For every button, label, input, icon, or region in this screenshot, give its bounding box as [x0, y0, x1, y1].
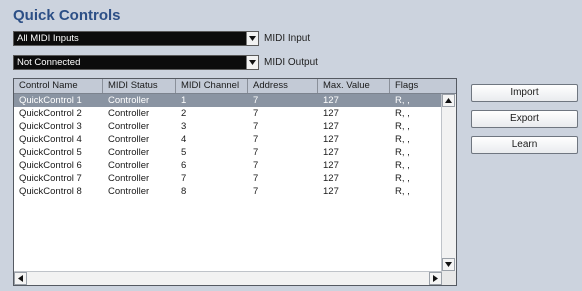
- column-header-max-value[interactable]: Max. Value: [318, 79, 390, 93]
- table-header: Control Name MIDI Status MIDI Channel Ad…: [14, 79, 456, 94]
- cell-midi-status: Controller: [108, 134, 150, 145]
- cell-max-value: 127: [323, 160, 339, 171]
- cell-control-name: QuickControl 6: [19, 160, 82, 171]
- quick-controls-table: Control Name MIDI Status MIDI Channel Ad…: [13, 78, 457, 286]
- cell-flags: R, ,: [395, 160, 410, 171]
- cell-address: 7: [253, 186, 259, 197]
- scroll-left-icon[interactable]: [14, 272, 27, 285]
- chevron-down-icon[interactable]: [246, 56, 258, 69]
- cell-flags: R, ,: [395, 95, 410, 106]
- midi-input-label: MIDI Input: [264, 33, 311, 44]
- cell-midi-channel: 1: [181, 95, 187, 106]
- panel-title: Quick Controls: [13, 7, 121, 24]
- cell-midi-status: Controller: [108, 147, 150, 158]
- midi-output-select[interactable]: Not Connected: [13, 55, 259, 70]
- cell-address: 7: [253, 108, 259, 119]
- table-row[interactable]: QuickControl 6 Controller 6 7 127 R, ,: [14, 159, 442, 172]
- scroll-up-icon[interactable]: [442, 94, 455, 107]
- cell-flags: R, ,: [395, 147, 410, 158]
- midi-output-label: MIDI Output: [264, 57, 318, 68]
- cell-control-name: QuickControl 5: [19, 147, 82, 158]
- horizontal-scrollbar[interactable]: [14, 271, 442, 285]
- export-button[interactable]: Export: [471, 110, 578, 128]
- cell-address: 7: [253, 173, 259, 184]
- cell-control-name: QuickControl 1: [19, 95, 82, 106]
- cell-max-value: 127: [323, 186, 339, 197]
- midi-input-value: All MIDI Inputs: [17, 33, 79, 44]
- table-row[interactable]: QuickControl 1 Controller 1 7 127 R, ,: [14, 94, 442, 107]
- cell-max-value: 127: [323, 134, 339, 145]
- column-header-midi-channel[interactable]: MIDI Channel: [176, 79, 248, 93]
- cell-flags: R, ,: [395, 134, 410, 145]
- cell-midi-status: Controller: [108, 186, 150, 197]
- cell-address: 7: [253, 160, 259, 171]
- column-header-flags[interactable]: Flags: [390, 79, 456, 93]
- table-row[interactable]: QuickControl 8 Controller 8 7 127 R, ,: [14, 185, 442, 198]
- cell-midi-status: Controller: [108, 108, 150, 119]
- column-header-address[interactable]: Address: [248, 79, 318, 93]
- cell-midi-status: Controller: [108, 160, 150, 171]
- cell-control-name: QuickControl 8: [19, 186, 82, 197]
- cell-midi-channel: 7: [181, 173, 187, 184]
- cell-flags: R, ,: [395, 186, 410, 197]
- cell-midi-channel: 8: [181, 186, 187, 197]
- cell-max-value: 127: [323, 121, 339, 132]
- cell-midi-status: Controller: [108, 95, 150, 106]
- cell-flags: R, ,: [395, 121, 410, 132]
- cell-flags: R, ,: [395, 173, 410, 184]
- cell-max-value: 127: [323, 108, 339, 119]
- chevron-down-icon[interactable]: [246, 32, 258, 45]
- cell-control-name: QuickControl 3: [19, 121, 82, 132]
- table-row[interactable]: QuickControl 4 Controller 4 7 127 R, ,: [14, 133, 442, 146]
- cell-control-name: QuickControl 2: [19, 108, 82, 119]
- learn-button[interactable]: Learn: [471, 136, 578, 154]
- cell-midi-channel: 5: [181, 147, 187, 158]
- cell-midi-status: Controller: [108, 173, 150, 184]
- cell-max-value: 127: [323, 173, 339, 184]
- vertical-scrollbar[interactable]: [441, 94, 456, 271]
- table-row[interactable]: QuickControl 5 Controller 5 7 127 R, ,: [14, 146, 442, 159]
- cell-flags: R, ,: [395, 108, 410, 119]
- cell-midi-status: Controller: [108, 121, 150, 132]
- cell-max-value: 127: [323, 95, 339, 106]
- column-header-midi-status[interactable]: MIDI Status: [103, 79, 176, 93]
- cell-midi-channel: 4: [181, 134, 187, 145]
- cell-address: 7: [253, 147, 259, 158]
- table-row[interactable]: QuickControl 7 Controller 7 7 127 R, ,: [14, 172, 442, 185]
- midi-input-select[interactable]: All MIDI Inputs: [13, 31, 259, 46]
- column-header-control-name[interactable]: Control Name: [14, 79, 103, 93]
- table-body: QuickControl 1 Controller 1 7 127 R, , Q…: [14, 94, 442, 198]
- cell-address: 7: [253, 95, 259, 106]
- scroll-right-icon[interactable]: [429, 272, 442, 285]
- cell-control-name: QuickControl 7: [19, 173, 82, 184]
- table-row[interactable]: QuickControl 2 Controller 2 7 127 R, ,: [14, 107, 442, 120]
- import-button[interactable]: Import: [471, 84, 578, 102]
- cell-control-name: QuickControl 4: [19, 134, 82, 145]
- cell-address: 7: [253, 134, 259, 145]
- scrollbar-corner: [442, 271, 456, 285]
- scroll-down-icon[interactable]: [442, 258, 455, 271]
- cell-midi-channel: 3: [181, 121, 187, 132]
- midi-output-value: Not Connected: [17, 57, 81, 68]
- cell-midi-channel: 6: [181, 160, 187, 171]
- cell-max-value: 127: [323, 147, 339, 158]
- cell-midi-channel: 2: [181, 108, 187, 119]
- table-row[interactable]: QuickControl 3 Controller 3 7 127 R, ,: [14, 120, 442, 133]
- cell-address: 7: [253, 121, 259, 132]
